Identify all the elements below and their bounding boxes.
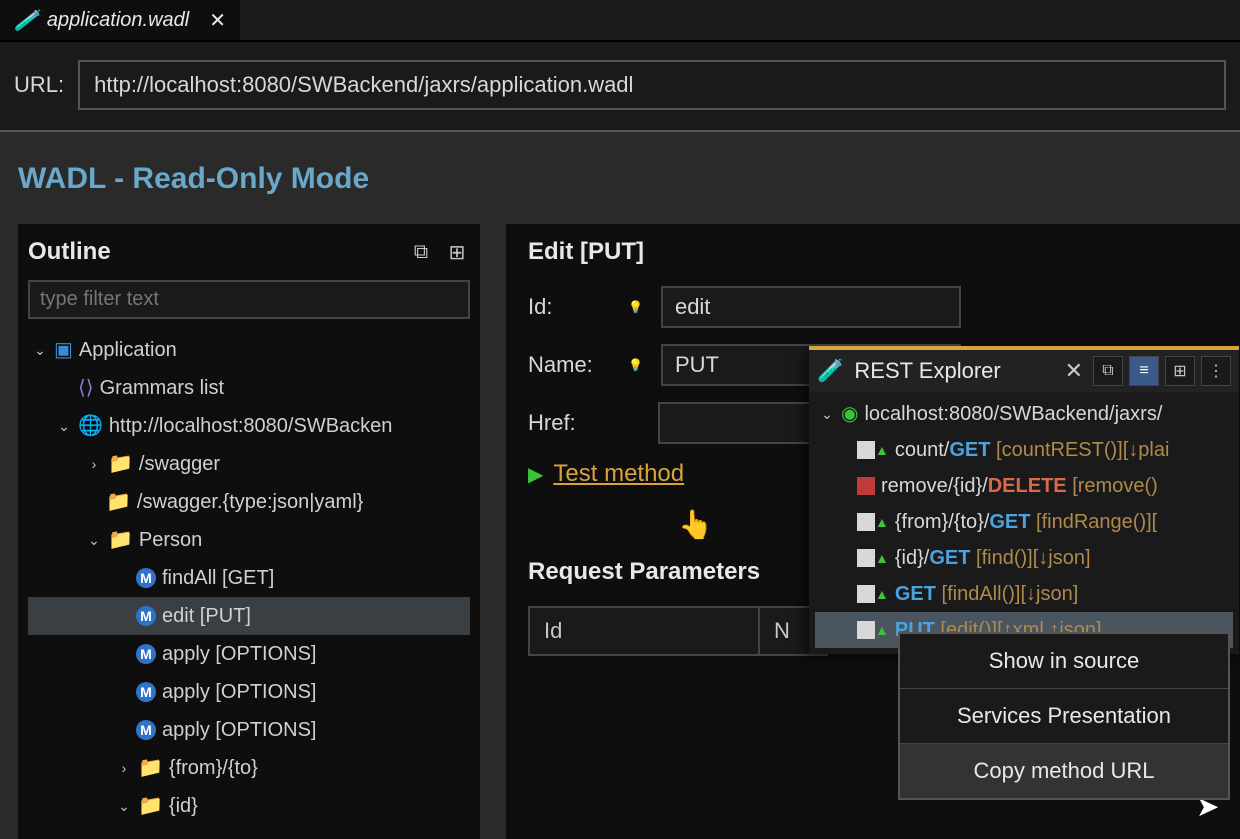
tree-view-icon[interactable]: ⊞	[1165, 356, 1195, 386]
tree-item-method[interactable]: M edit [PUT]	[28, 597, 470, 635]
globe-icon: 🌐	[78, 407, 103, 445]
method-icon: M	[136, 720, 156, 740]
page-title: WADL - Read-Only Mode	[18, 162, 1222, 196]
server-icon: ◉	[841, 396, 858, 432]
method-icon: M	[136, 568, 156, 588]
application-icon: ▣	[54, 331, 73, 369]
arrow-up-icon: ▲	[875, 612, 889, 648]
rest-endpoint[interactable]: ▲ count/GET [countREST()][↓plai	[815, 432, 1233, 468]
tree-item-folder[interactable]: › 📁 {from}/{to}	[28, 749, 470, 787]
chevron-down-icon[interactable]: ⌄	[116, 787, 132, 825]
folder-icon: 📁	[108, 521, 133, 559]
ctx-copy-method-url[interactable]: Copy method URL	[900, 743, 1228, 798]
tab-bar: 🧪 application.wadl ✕	[0, 0, 1240, 42]
chevron-right-icon[interactable]: ›	[116, 749, 132, 787]
rest-root[interactable]: ⌄ ◉ localhost:8080/SWBackend/jaxrs/	[815, 396, 1233, 432]
rest-endpoint[interactable]: ▲ GET [findAll()][↓json]	[815, 576, 1233, 612]
id-input[interactable]	[661, 286, 961, 328]
flask-icon: 🧪	[14, 8, 39, 33]
tree-item-folder[interactable]: ⌄ 📁 {id}	[28, 787, 470, 825]
bulb-icon: 💡	[628, 358, 643, 372]
filter-input[interactable]	[28, 280, 470, 319]
tree-item-base[interactable]: ⌄ 🌐 http://localhost:8080/SWBacken	[28, 407, 470, 445]
url-label: URL:	[14, 72, 64, 98]
tree-item-folder[interactable]: ⌄ 📁 Person	[28, 521, 470, 559]
context-menu: Show in source Services Presentation Cop…	[898, 632, 1230, 800]
col-id[interactable]: Id	[530, 608, 760, 654]
close-icon[interactable]: ✕	[209, 8, 226, 33]
url-input[interactable]	[78, 60, 1226, 110]
id-label: Id:	[528, 294, 614, 320]
folder-icon: 📁	[106, 483, 131, 521]
bulb-icon: 💡	[628, 300, 643, 314]
tree-item-grammars[interactable]: ⟨⟩ Grammars list	[28, 369, 470, 407]
name-label: Name:	[528, 352, 614, 378]
file-icon	[857, 549, 875, 567]
file-icon	[857, 513, 875, 531]
chevron-down-icon[interactable]: ⌄	[819, 396, 835, 432]
file-icon	[857, 441, 875, 459]
expand-all-icon[interactable]: ⊞	[444, 239, 470, 265]
tree-item-method[interactable]: M apply [OPTIONS]	[28, 711, 470, 749]
tree-item-folder[interactable]: 📁 /swagger.{type:json|yaml}	[28, 483, 470, 521]
file-icon	[857, 585, 875, 603]
href-label: Href:	[528, 410, 614, 436]
grammars-icon: ⟨⟩	[78, 369, 94, 407]
close-icon[interactable]: ✕	[1065, 358, 1083, 384]
tree-item-method[interactable]: M apply [OPTIONS]	[28, 635, 470, 673]
restore-icon[interactable]: ⧉	[1093, 356, 1123, 386]
arrow-up-icon: ▲	[875, 540, 889, 576]
method-icon: M	[136, 682, 156, 702]
arrow-up-icon: ▲	[875, 504, 889, 540]
play-icon: ▶	[528, 462, 543, 487]
chevron-right-icon[interactable]: ›	[86, 445, 102, 483]
rest-endpoint[interactable]: ▲ {id}/GET [find()][↓json]	[815, 540, 1233, 576]
more-icon[interactable]: ⋮	[1201, 356, 1231, 386]
rest-explorer-title: REST Explorer	[854, 358, 1054, 384]
url-row: URL:	[0, 42, 1240, 132]
tree-item-folder[interactable]: › 📁 /swagger	[28, 445, 470, 483]
col-n[interactable]: N	[760, 608, 804, 654]
params-table-header: Id N	[528, 606, 828, 656]
arrow-up-icon: ▲	[875, 576, 889, 612]
tree-item-method[interactable]: M apply [OPTIONS]	[28, 673, 470, 711]
method-icon: M	[136, 644, 156, 664]
tree-item-method[interactable]: M findAll [GET]	[28, 559, 470, 597]
flask-icon: 🧪	[817, 358, 844, 384]
tree-item-application[interactable]: ⌄ ▣ Application	[28, 331, 470, 369]
method-icon: M	[136, 606, 156, 626]
chevron-down-icon[interactable]: ⌄	[32, 331, 48, 369]
rest-explorer-view: 🧪 REST Explorer ✕ ⧉ ≡ ⊞ ⋮ ⌄ ◉ localhost:…	[809, 346, 1239, 654]
folder-icon: 📁	[138, 787, 163, 825]
file-tab[interactable]: 🧪 application.wadl ✕	[0, 0, 240, 40]
file-icon	[857, 621, 875, 639]
mode-bar: WADL - Read-Only Mode	[0, 132, 1240, 214]
delete-icon	[857, 477, 875, 495]
chevron-down-icon[interactable]: ⌄	[56, 407, 72, 445]
collapse-all-icon[interactable]: ⧉	[408, 239, 434, 265]
outline-title: Outline	[28, 238, 111, 266]
edit-title: Edit [PUT]	[528, 238, 1218, 266]
list-view-icon[interactable]: ≡	[1129, 356, 1159, 386]
outline-panel: Outline ⧉ ⊞ ⌄ ▣ Application ⟨⟩ Grammars …	[18, 224, 480, 839]
outline-tree: ⌄ ▣ Application ⟨⟩ Grammars list ⌄ 🌐 htt…	[28, 331, 470, 825]
folder-icon: 📁	[108, 445, 133, 483]
tab-title: application.wadl	[47, 9, 189, 32]
arrow-up-icon: ▲	[875, 432, 889, 468]
folder-icon: 📁	[138, 749, 163, 787]
ctx-show-in-source[interactable]: Show in source	[900, 634, 1228, 688]
rest-endpoint[interactable]: remove/{id}/DELETE [remove()	[815, 468, 1233, 504]
chevron-down-icon[interactable]: ⌄	[86, 521, 102, 559]
ctx-services-presentation[interactable]: Services Presentation	[900, 688, 1228, 743]
rest-endpoint[interactable]: ▲ {from}/{to}/GET [findRange()][	[815, 504, 1233, 540]
test-method-link[interactable]: Test method	[553, 460, 684, 488]
